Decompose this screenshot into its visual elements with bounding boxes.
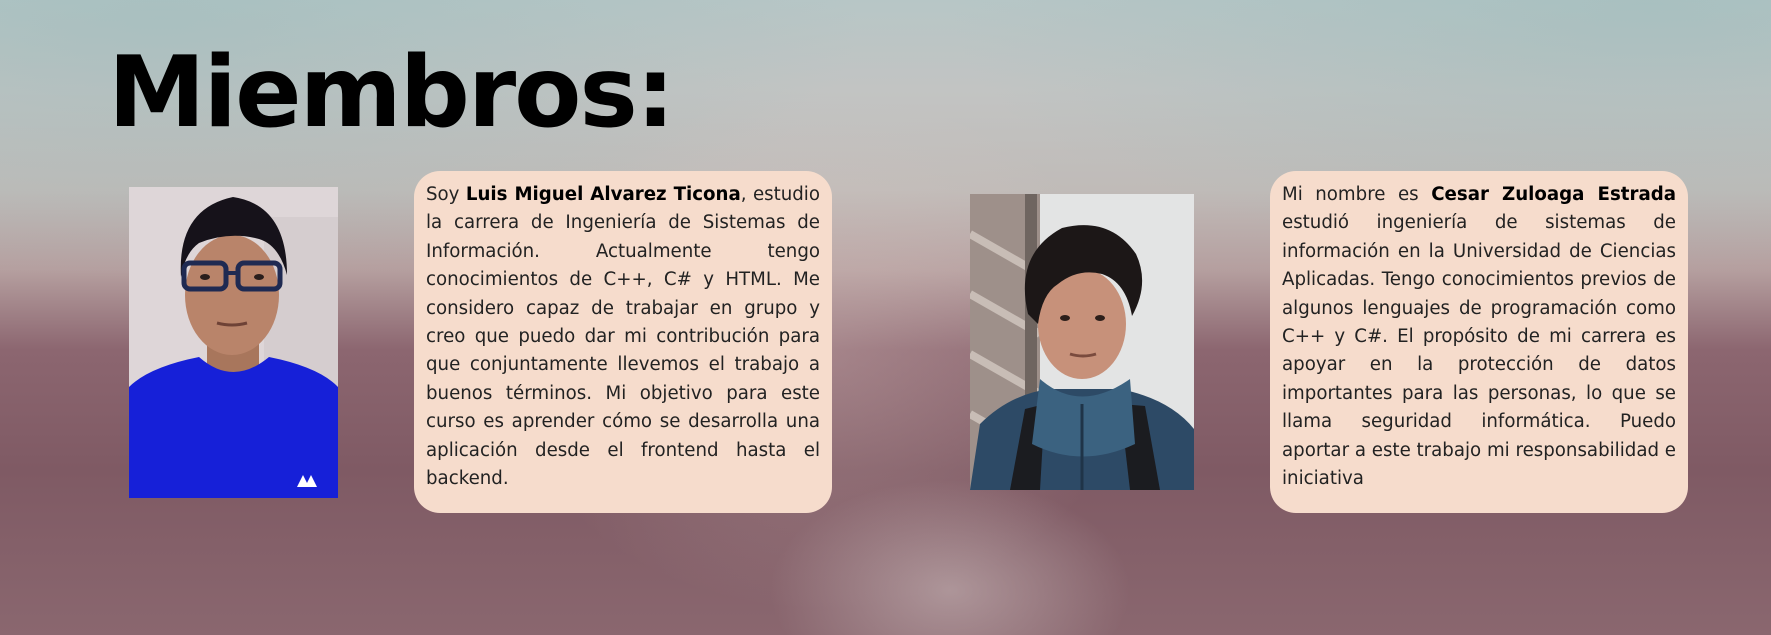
member-name: Cesar Zuloaga Estrada <box>1431 184 1677 205</box>
page-title: Miembros: <box>108 36 675 150</box>
bio-prefix: Mi nombre es <box>1282 184 1432 205</box>
portrait-icon <box>970 194 1194 490</box>
portrait-icon <box>129 187 338 498</box>
member-bio-card-cesar: Mi nombre es Cesar Zuloaga Estrada estud… <box>1270 171 1688 513</box>
bio-text: , estudio la carrera de Ingeniería de Si… <box>426 184 820 490</box>
bio-text: estudió ingeniería de sistemas de inform… <box>1282 212 1676 490</box>
bio-prefix: Soy <box>426 184 466 205</box>
member-photo-luis <box>129 187 338 498</box>
member-photo-cesar <box>970 194 1194 490</box>
member-bio-card-luis: Soy Luis Miguel Alvarez Ticona, estudio … <box>414 171 832 513</box>
member-name: Luis Miguel Alvarez Ticona <box>465 184 741 205</box>
